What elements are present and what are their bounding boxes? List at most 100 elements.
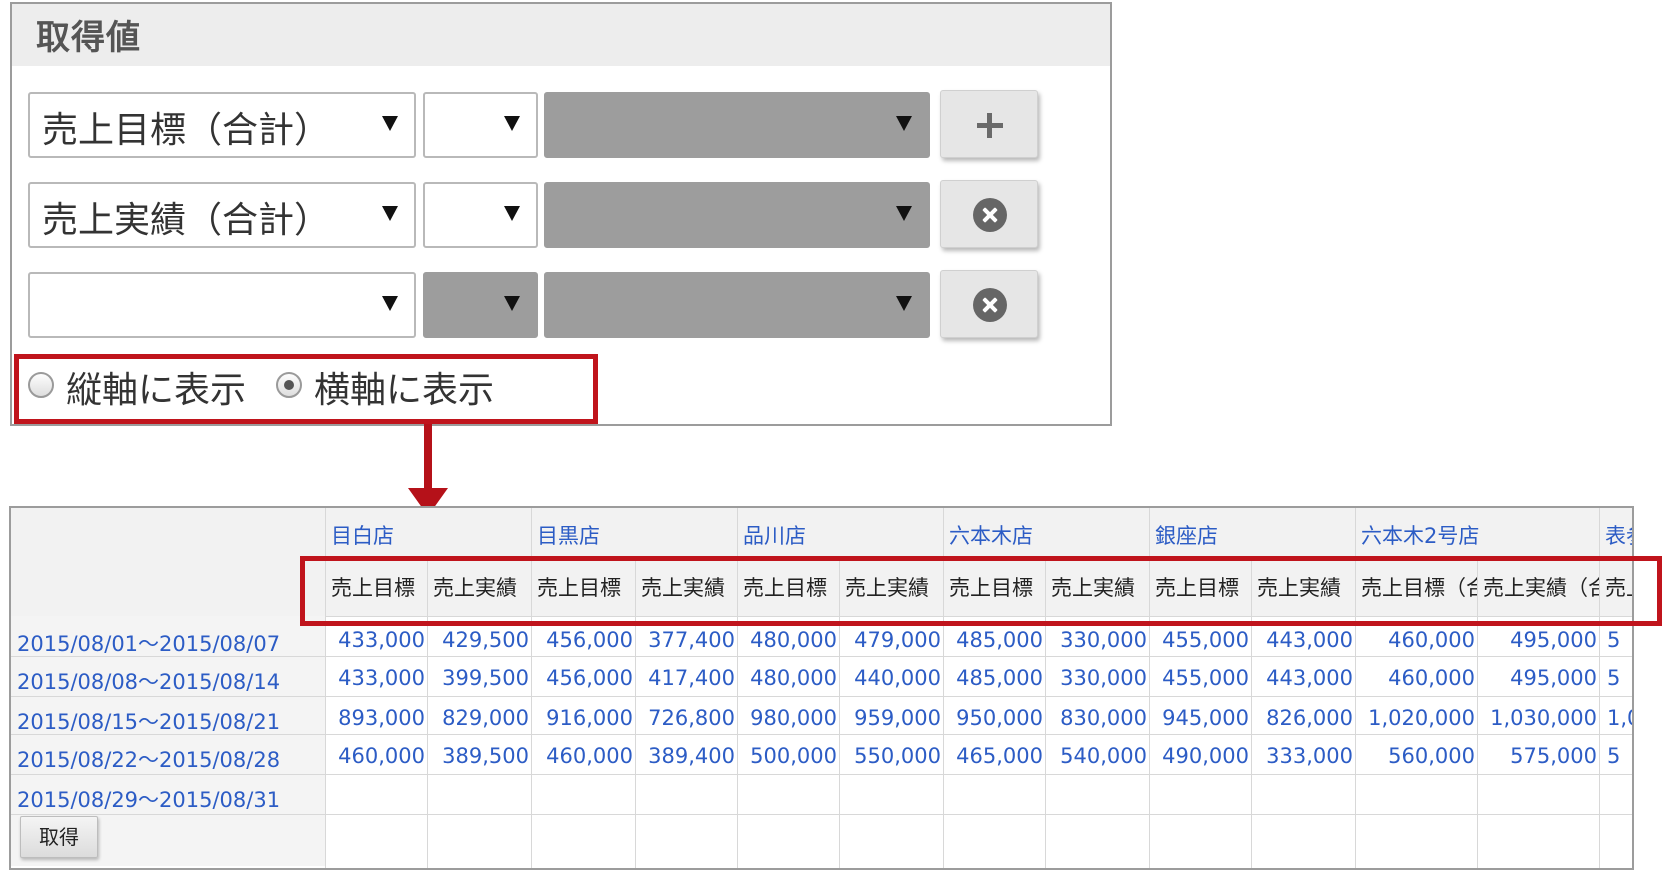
chevron-down-icon [504,296,520,311]
table-cell[interactable]: 460,000 [327,744,425,768]
store-header[interactable]: 品川店 [743,520,806,550]
table-cell[interactable]: 429,500 [429,628,529,652]
option-select-2 [544,182,930,248]
table-cell[interactable]: 959,000 [841,706,941,730]
field-select-2[interactable]: 売上実績（合計） [28,182,416,248]
table-cell[interactable]: 485,000 [945,628,1043,652]
field-select-3[interactable] [28,272,416,338]
table-cell[interactable]: 479,000 [841,628,941,652]
store-header[interactable]: 六本木2号店 [1361,520,1479,550]
table-cell[interactable]: 330,000 [1047,666,1147,690]
chevron-down-icon [382,116,398,131]
aggregate-select-2[interactable] [423,182,538,248]
table-cell[interactable]: 916,000 [533,706,633,730]
aggregate-select-3 [423,272,538,338]
table-cell[interactable]: 5 [1607,666,1632,690]
remove-row-button-2[interactable] [940,180,1038,248]
table-cell[interactable]: 417,400 [637,666,735,690]
table-cell[interactable]: 980,000 [739,706,837,730]
option-select-3 [544,272,930,338]
table-cell[interactable]: 399,500 [429,666,529,690]
table-cell[interactable]: 829,000 [429,706,529,730]
chevron-down-icon [504,206,520,221]
table-cell[interactable]: 1,020,000 [1357,706,1475,730]
table-cell[interactable]: 726,800 [637,706,735,730]
table-cell[interactable]: 1,030,000 [1479,706,1597,730]
table-cell[interactable]: 440,000 [841,666,941,690]
table-cell[interactable]: 945,000 [1151,706,1249,730]
fetch-button[interactable]: 取得 [20,816,98,858]
radio-highlight-box [14,354,598,424]
field-select-2-value: 売上実績（合計） [42,200,331,241]
table-cell[interactable]: 433,000 [327,666,425,690]
plus-icon-vertical [987,113,992,138]
table-cell[interactable]: 480,000 [739,666,837,690]
table-cell[interactable]: 460,000 [1357,666,1475,690]
table-cell[interactable]: 830,000 [1047,706,1147,730]
table-cell[interactable]: 456,000 [533,628,633,652]
table-cell[interactable]: 540,000 [1047,744,1147,768]
grid-line [11,814,1632,815]
corner-cell [11,508,325,616]
table-cell[interactable]: 333,000 [1253,744,1353,768]
option-select-1 [544,92,930,158]
chevron-down-icon [896,206,912,221]
table-cell[interactable]: 893,000 [327,706,425,730]
table-cell[interactable]: 490,000 [1151,744,1249,768]
panel-header: 取得値 [12,4,1110,66]
table-cell[interactable]: 455,000 [1151,666,1249,690]
field-select-1[interactable]: 売上目標（合計） [28,92,416,158]
table-cell[interactable]: 455,000 [1151,628,1249,652]
date-range-label[interactable]: 2015/08/29～2015/08/31 [17,784,280,814]
table-cell[interactable]: 460,000 [1357,628,1475,652]
add-row-button[interactable] [940,90,1038,158]
store-header[interactable]: 目黒店 [537,520,600,550]
table-cell[interactable]: 550,000 [841,744,941,768]
grid-line [11,734,1632,735]
store-header[interactable]: 目白店 [331,520,394,550]
grid-line [11,656,1632,657]
date-range-label[interactable]: 2015/08/01～2015/08/07 [17,628,280,658]
table-cell[interactable]: 443,000 [1253,666,1353,690]
chevron-down-icon [382,206,398,221]
table-cell[interactable]: 480,000 [739,628,837,652]
chevron-down-icon [896,296,912,311]
table-cell[interactable]: 460,000 [533,744,633,768]
date-range-label[interactable]: 2015/08/15～2015/08/21 [17,706,280,736]
chevron-down-icon [504,116,520,131]
table-cell[interactable]: 5 [1607,628,1632,652]
remove-row-button-3[interactable] [940,270,1038,338]
table-cell[interactable]: 575,000 [1479,744,1597,768]
table-cell[interactable]: 500,000 [739,744,837,768]
table-cell[interactable]: 950,000 [945,706,1043,730]
aggregate-select-1[interactable] [423,92,538,158]
remove-circle-icon [973,198,1007,232]
table-cell[interactable]: 826,000 [1253,706,1353,730]
table-cell[interactable]: 495,000 [1479,628,1597,652]
date-range-label[interactable]: 2015/08/08～2015/08/14 [17,666,280,696]
store-header[interactable]: 六本木店 [949,520,1033,550]
store-header[interactable]: 表参 [1605,520,1632,550]
table-cell[interactable]: 1,0 [1607,706,1632,730]
table-cell[interactable]: 433,000 [327,628,425,652]
date-range-label[interactable]: 2015/08/22～2015/08/28 [17,744,280,774]
table-cell[interactable]: 485,000 [945,666,1043,690]
table-cell[interactable]: 456,000 [533,666,633,690]
store-header[interactable]: 銀座店 [1155,520,1218,550]
table-cell[interactable]: 389,500 [429,744,529,768]
table-cell[interactable]: 377,400 [637,628,735,652]
table-cell[interactable]: 465,000 [945,744,1043,768]
table-cell[interactable]: 389,400 [637,744,735,768]
table-cell[interactable]: 495,000 [1479,666,1597,690]
table-cell[interactable]: 5 [1607,744,1632,768]
grid-line [11,774,1632,775]
field-select-1-value: 売上目標（合計） [42,110,331,151]
panel-title: 取得値 [36,18,141,58]
grid-line [11,696,1632,697]
chevron-down-icon [896,116,912,131]
arrow-line [424,424,432,492]
table-cell[interactable]: 443,000 [1253,628,1353,652]
table-cell[interactable]: 560,000 [1357,744,1475,768]
remove-circle-icon [973,288,1007,322]
table-cell[interactable]: 330,000 [1047,628,1147,652]
